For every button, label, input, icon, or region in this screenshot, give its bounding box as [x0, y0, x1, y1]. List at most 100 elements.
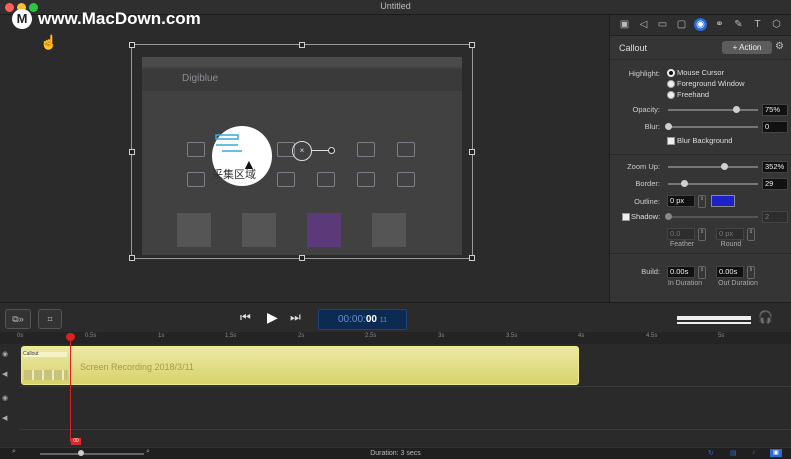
audio-track-icon[interactable]: ♪ — [752, 449, 756, 456]
opacity-slider-knob[interactable] — [732, 106, 740, 113]
radio-foreground-window[interactable] — [667, 80, 675, 88]
timecode-frames: 11 — [379, 317, 387, 324]
resize-handle-top-right[interactable] — [469, 42, 475, 48]
in-duration-field[interactable]: 0.00s — [667, 266, 695, 278]
fast-forward-icon[interactable]: ⏭ — [290, 310, 301, 325]
shadow-slider-knob[interactable] — [665, 213, 672, 220]
callout-center-handle[interactable]: × — [292, 141, 312, 161]
border-slider-knob[interactable] — [681, 180, 689, 187]
touch-icon[interactable]: ⚭ — [713, 18, 726, 31]
outline-color-well[interactable] — [711, 195, 735, 207]
audio-icon[interactable]: ◁ — [637, 18, 650, 31]
annotation-icon[interactable]: ✎ — [732, 18, 745, 31]
track-2[interactable] — [19, 387, 791, 430]
ruler-tick: 1.5s — [225, 333, 237, 339]
watermark: M www.MacDown.com — [12, 8, 201, 30]
ruler-tick: 2.5s — [365, 333, 377, 339]
in-duration-stepper[interactable]: ⇕ — [698, 266, 706, 279]
resize-handle-right[interactable] — [469, 149, 475, 155]
out-duration-field[interactable]: 0.00s — [716, 266, 744, 278]
inspector-tabs: ▣ ◁ ▭ ▢ ◉ ⚭ ✎ T ⬡ — [610, 15, 791, 36]
radio-freehand[interactable] — [667, 91, 675, 99]
audio-level-meter — [677, 322, 751, 324]
radio-mouse-cursor[interactable] — [667, 69, 675, 77]
ruler-tick: 5s — [718, 333, 725, 339]
blur-slider-knob[interactable] — [665, 123, 672, 130]
gear-icon[interactable]: ⚙ — [775, 41, 784, 52]
video-icon[interactable]: ▣ — [618, 18, 631, 31]
inspector-title: Callout — [619, 43, 648, 53]
shape-icon[interactable]: ⬡ — [770, 18, 783, 31]
ruler-tick: 0.5s — [85, 333, 97, 339]
resize-handle-bottom-left[interactable] — [129, 255, 135, 261]
ruler-tick: 2s — [298, 333, 305, 339]
divider — [610, 154, 791, 155]
shadow-label: Shadow: — [631, 212, 661, 221]
radio-label: Foreground Window — [677, 79, 745, 88]
outline-label: Outline: — [634, 197, 660, 206]
resize-handle-left[interactable] — [129, 149, 135, 155]
rewind-icon[interactable]: ⏮ — [240, 310, 251, 325]
callout-action-tag[interactable]: Callout — [23, 352, 67, 357]
opacity-slider[interactable] — [668, 109, 758, 111]
playhead[interactable] — [70, 336, 71, 442]
timecode-seconds: 00 — [365, 314, 377, 325]
eye-icon[interactable]: ◉ — [2, 350, 8, 358]
highlight-label: Highlight: — [628, 69, 660, 78]
opacity-field[interactable]: 75% — [762, 104, 788, 116]
out-duration-label: Out Duration — [718, 280, 758, 287]
blur-background-checkbox[interactable] — [667, 137, 675, 145]
playhead-handle[interactable] — [66, 333, 75, 341]
blur-label: Blur: — [644, 122, 660, 131]
zoom-up-slider-knob[interactable] — [720, 163, 728, 170]
blur-field[interactable]: 0 — [762, 121, 788, 133]
video-track-icon[interactable]: ▣ — [770, 449, 782, 457]
resize-handle-bottom-right[interactable] — [469, 255, 475, 261]
display-icon[interactable]: ▭ — [656, 18, 669, 31]
opacity-label: Opacity: — [632, 105, 660, 114]
timecode-display: 00:00:00 11 — [318, 309, 407, 330]
zoom-up-slider[interactable] — [668, 166, 758, 168]
headphones-icon[interactable]: 🎧 — [758, 310, 773, 324]
resize-handle-top[interactable] — [299, 42, 305, 48]
ruler-tick: 0s — [17, 333, 24, 339]
eye-icon[interactable]: ◉ — [2, 394, 8, 402]
zoom-up-field[interactable]: 352% — [762, 161, 788, 173]
playhead-marker[interactable]: 00 — [71, 438, 81, 445]
feather-label: Feather — [669, 241, 695, 248]
resize-handle-top-left[interactable] — [129, 42, 135, 48]
outline-stepper[interactable]: ⇕ — [698, 195, 706, 208]
blur-slider[interactable] — [668, 126, 758, 128]
out-duration-stepper[interactable]: ⇕ — [747, 266, 755, 279]
snap-icon[interactable]: ↻ — [708, 449, 714, 457]
inspector-panel: ▣ ◁ ▭ ▢ ◉ ⚭ ✎ T ⬡ Callout + Action ⚙ Hig… — [609, 15, 791, 302]
border-field[interactable]: 29 — [762, 178, 788, 190]
play-icon[interactable]: ▶ — [267, 309, 278, 326]
shadow-checkbox[interactable] — [622, 213, 630, 221]
add-media-icon[interactable]: ⧉» — [5, 309, 31, 329]
timecode-prefix: 00:00: — [338, 314, 366, 325]
ripple-icon[interactable]: ▤ — [730, 449, 737, 457]
feather-field: 0.0 — [667, 228, 695, 240]
crop-icon[interactable]: ⌗ — [38, 309, 62, 329]
divider — [610, 253, 791, 254]
outline-field[interactable]: 0 px — [667, 195, 695, 207]
resize-handle-bottom[interactable] — [299, 255, 305, 261]
callout-icon[interactable]: ◉ — [694, 18, 707, 31]
shadow-slider[interactable] — [668, 216, 758, 218]
callout-rotation-handle[interactable] — [328, 147, 335, 154]
screen-icon[interactable]: ▢ — [675, 18, 688, 31]
speaker-icon[interactable]: ◀ — [2, 370, 7, 378]
text-icon[interactable]: T — [751, 18, 764, 31]
feather-stepper: ⇕ — [698, 228, 706, 241]
watermark-logo: M — [12, 9, 32, 29]
round-field: 0 px — [716, 228, 744, 240]
in-duration-label: In Duration — [667, 280, 703, 287]
round-label: Round — [720, 241, 742, 248]
add-action-button[interactable]: + Action — [722, 41, 772, 54]
zoom-up-label: Zoom Up: — [627, 162, 660, 171]
status-bar: ⌕ ⌕ Duration: 3 secs ↻ ▤ ♪ ▣ — [0, 447, 791, 459]
speaker-icon[interactable]: ◀ — [2, 414, 7, 422]
ruler-tick: 4.5s — [646, 333, 658, 339]
build-label: Build: — [641, 267, 660, 276]
